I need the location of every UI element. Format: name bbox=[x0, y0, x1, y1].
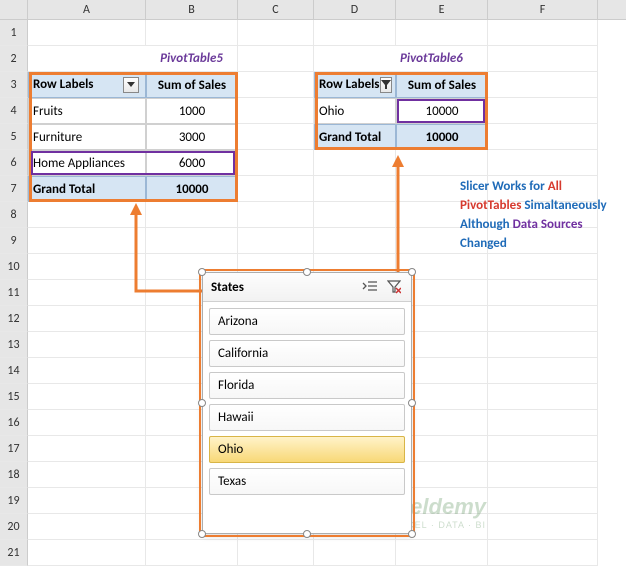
pivot6-rowlabels-text: Row Labels bbox=[319, 72, 380, 98]
row-header[interactable]: 20 bbox=[0, 514, 28, 540]
pivot5-title bbox=[28, 46, 146, 72]
pivot5-rowlabels-header[interactable]: Row Labels bbox=[28, 72, 146, 98]
slicer-title: States bbox=[211, 280, 244, 295]
row-header[interactable]: 14 bbox=[0, 358, 28, 384]
annotation-text: Slicer Works for All PivotTables Simalta… bbox=[460, 178, 616, 253]
column-headers: A B C D E F bbox=[0, 0, 626, 20]
resize-handle[interactable] bbox=[198, 399, 206, 407]
row-header[interactable]: 17 bbox=[0, 436, 28, 462]
col-header-f[interactable]: F bbox=[488, 0, 598, 19]
row-header[interactable]: 11 bbox=[0, 280, 28, 306]
pivot6-title bbox=[314, 46, 396, 72]
slicer-header: States bbox=[203, 273, 411, 302]
slicer-item-florida[interactable]: Florida bbox=[209, 372, 405, 399]
resize-handle[interactable] bbox=[303, 268, 311, 276]
filter-dropdown-icon[interactable] bbox=[123, 77, 139, 93]
row-header[interactable]: 3 bbox=[0, 72, 28, 98]
select-all-corner[interactable] bbox=[0, 0, 28, 19]
row-header[interactable]: 7 bbox=[0, 176, 28, 202]
annotation-part: Slicer Works for bbox=[460, 179, 548, 194]
pivot6-sum-header: Sum of Sales bbox=[396, 72, 488, 98]
pivot5-title-span: PivotTable5 bbox=[146, 46, 238, 72]
col-header-b[interactable]: B bbox=[146, 0, 238, 19]
pivot6-rowlabels-header[interactable]: Row Labels bbox=[314, 72, 396, 98]
slicer-item-hawaii[interactable]: Hawaii bbox=[209, 404, 405, 431]
col-header-c[interactable]: C bbox=[238, 0, 314, 19]
row-header[interactable]: 21 bbox=[0, 540, 28, 566]
resize-handle[interactable] bbox=[303, 530, 311, 538]
slicer-item-ohio[interactable]: Ohio bbox=[209, 436, 405, 463]
pivot6-total-label[interactable]: Grand Total bbox=[314, 124, 396, 150]
resize-handle[interactable] bbox=[198, 530, 206, 538]
row-header[interactable]: 19 bbox=[0, 488, 28, 514]
resize-handle[interactable] bbox=[408, 530, 416, 538]
resize-handle[interactable] bbox=[198, 268, 206, 276]
row-header[interactable]: 1 bbox=[0, 20, 28, 46]
pivot6-title-span: PivotTable6 bbox=[396, 46, 488, 72]
filter-active-icon[interactable] bbox=[380, 77, 392, 93]
col-header-e[interactable]: E bbox=[396, 0, 488, 19]
row-header[interactable]: 2 bbox=[0, 46, 28, 72]
pivot5-row-value[interactable]: 3000 bbox=[146, 124, 238, 150]
pivot5-rowlabels-text: Row Labels bbox=[33, 72, 94, 98]
slicer-body: Arizona California Florida Hawaii Ohio T… bbox=[203, 302, 411, 506]
row-header[interactable]: 6 bbox=[0, 150, 28, 176]
row-header[interactable]: 9 bbox=[0, 228, 28, 254]
resize-handle[interactable] bbox=[408, 268, 416, 276]
pivot5-row-label[interactable]: Fruits bbox=[28, 98, 146, 124]
slicer-item-texas[interactable]: Texas bbox=[209, 468, 405, 495]
slicer-item-california[interactable]: California bbox=[209, 340, 405, 367]
row-header[interactable]: 18 bbox=[0, 462, 28, 488]
pivot6-row-label[interactable]: Ohio bbox=[314, 98, 396, 124]
col-header-a[interactable]: A bbox=[28, 0, 146, 19]
col-header-d[interactable]: D bbox=[314, 0, 396, 19]
row-header[interactable]: 10 bbox=[0, 254, 28, 280]
pivot5-sum-header: Sum of Sales bbox=[146, 72, 238, 98]
annotation-part: Changed bbox=[460, 236, 507, 251]
slicer-item-arizona[interactable]: Arizona bbox=[209, 308, 405, 335]
pivot6-total-value[interactable]: 10000 bbox=[396, 124, 488, 150]
row-header[interactable]: 12 bbox=[0, 306, 28, 332]
pivot5-row-value[interactable]: 1000 bbox=[146, 98, 238, 124]
row-header[interactable]: 16 bbox=[0, 410, 28, 436]
row-headers: 1 2 3 4 5 6 7 8 9 10 11 12 13 14 15 16 1… bbox=[0, 20, 28, 566]
annotation-part: Data Sources bbox=[513, 217, 583, 232]
row-header[interactable]: 13 bbox=[0, 332, 28, 358]
row-header[interactable]: 5 bbox=[0, 124, 28, 150]
row-header[interactable]: 4 bbox=[0, 98, 28, 124]
slicer-states[interactable]: States Arizona California Florida Hawaii… bbox=[202, 272, 412, 534]
resize-handle[interactable] bbox=[408, 399, 416, 407]
pivot5-row-label[interactable]: Furniture bbox=[28, 124, 146, 150]
row-header[interactable]: 8 bbox=[0, 202, 28, 228]
clear-filter-icon[interactable] bbox=[385, 279, 403, 295]
row-header[interactable]: 15 bbox=[0, 384, 28, 410]
multiselect-icon[interactable] bbox=[361, 279, 379, 295]
pivot6-row-value[interactable]: 10000 bbox=[396, 98, 488, 124]
